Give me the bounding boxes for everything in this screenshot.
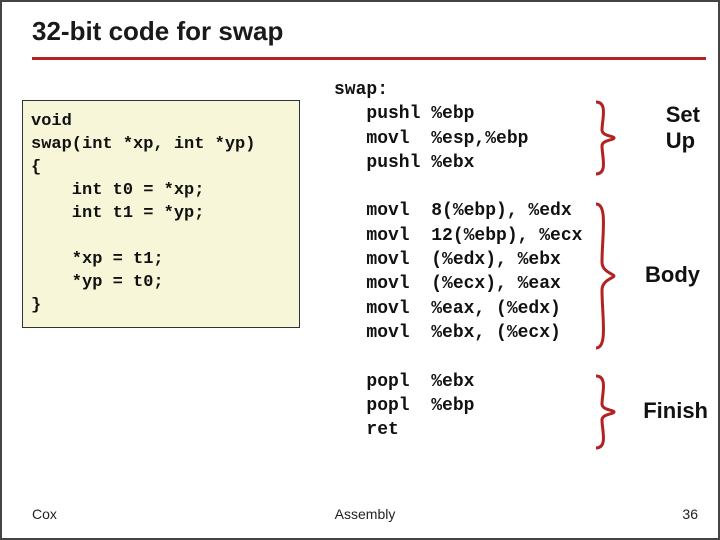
curly-brace-icon xyxy=(594,374,616,450)
footer-page-number: 36 xyxy=(682,506,698,522)
brace-setup xyxy=(594,100,616,176)
footer: Cox Assembly 36 xyxy=(32,506,698,522)
label-body: Body xyxy=(645,262,700,288)
c-source-code: void swap(int *xp, int *yp) { int t0 = *… xyxy=(22,100,300,328)
page-title: 32-bit code for swap xyxy=(32,16,706,47)
brace-finish xyxy=(594,374,616,450)
footer-topic: Assembly xyxy=(32,506,698,522)
assembly-code: swap: pushl %ebp movl %esp,%ebp pushl %e… xyxy=(334,78,582,442)
curly-brace-icon xyxy=(594,100,616,176)
brace-body xyxy=(594,202,616,350)
label-finish: Finish xyxy=(643,398,708,424)
curly-brace-icon xyxy=(594,202,616,350)
title-rule xyxy=(32,57,706,60)
label-setup: Set Up xyxy=(666,102,700,154)
content-area: void swap(int *xp, int *yp) { int t0 = *… xyxy=(32,78,706,478)
footer-author: Cox xyxy=(32,506,57,522)
slide: 32-bit code for swap void swap(int *xp, … xyxy=(0,0,720,540)
